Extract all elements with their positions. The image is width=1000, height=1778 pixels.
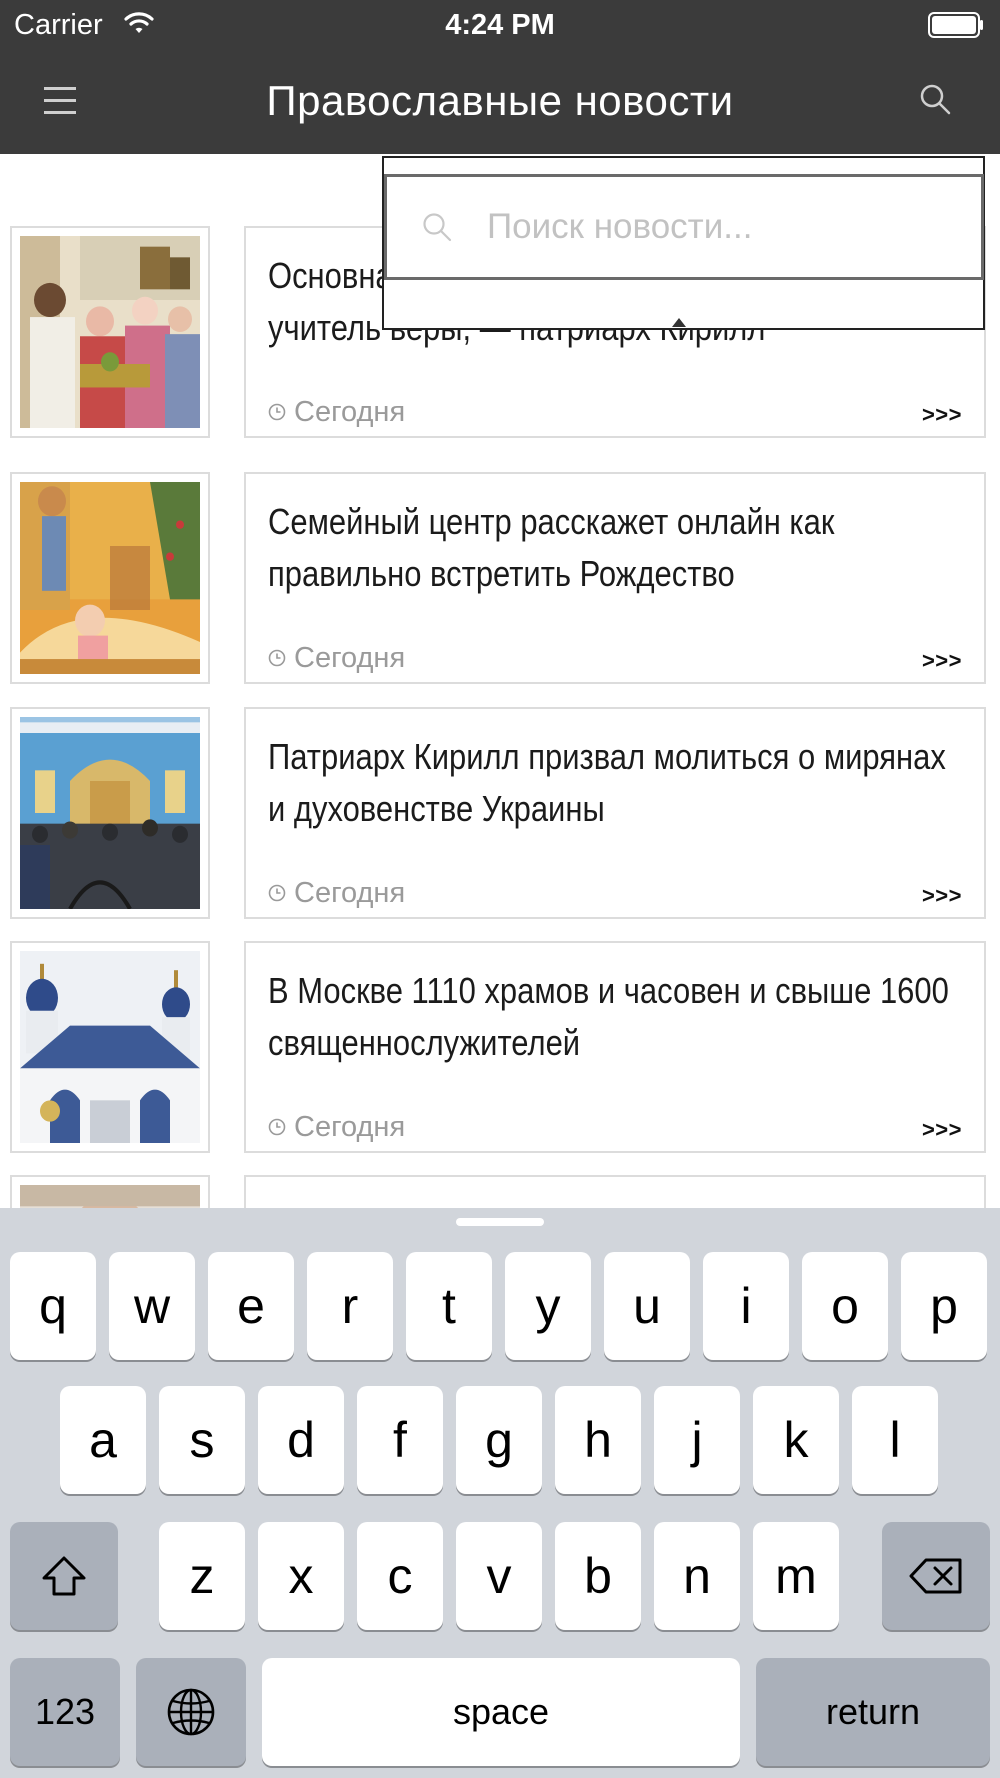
globe-key[interactable] — [136, 1658, 246, 1766]
key-z[interactable]: z — [159, 1522, 245, 1630]
key-t[interactable]: t — [406, 1252, 492, 1360]
clock-icon — [268, 884, 286, 902]
key-v[interactable]: v — [456, 1522, 542, 1630]
read-more-link[interactable]: >>> — [922, 1117, 962, 1143]
news-thumbnail[interactable] — [10, 941, 210, 1153]
news-title: Семейный центр расскажет онлайн как прав… — [268, 501, 835, 594]
key-p[interactable]: p — [901, 1252, 987, 1360]
key-m[interactable]: m — [753, 1522, 839, 1630]
popover-arrow — [672, 318, 686, 327]
news-date: Сегодня — [268, 638, 405, 678]
top-bar: Carrier 4:24 PM Православные новости — [0, 0, 1000, 154]
news-thumbnail[interactable] — [10, 1175, 210, 1208]
key-r[interactable]: r — [307, 1252, 393, 1360]
status-time: 4:24 PM — [445, 9, 555, 41]
news-thumbnail[interactable] — [10, 707, 210, 919]
space-key[interactable]: space — [262, 1658, 740, 1766]
news-date-text: Сегодня — [294, 877, 406, 909]
news-date: Сегодня — [268, 873, 405, 913]
news-title: В Москве 1110 храмов и часовен и свыше 1… — [268, 970, 949, 1063]
key-c[interactable]: c — [357, 1522, 443, 1630]
globe-icon — [167, 1688, 215, 1736]
search-field[interactable] — [384, 174, 984, 280]
news-card[interactable]: В Москве 1110 храмов и часовен и свыше 1… — [244, 941, 986, 1153]
key-b[interactable]: b — [555, 1522, 641, 1630]
news-thumbnail[interactable] — [10, 226, 210, 438]
key-d[interactable]: d — [258, 1386, 344, 1494]
shift-icon — [42, 1556, 86, 1596]
read-more-link[interactable]: >>> — [922, 883, 962, 909]
news-image — [20, 1185, 200, 1208]
key-u[interactable]: u — [604, 1252, 690, 1360]
search-icon[interactable] — [918, 82, 952, 116]
news-date: Сегодня — [268, 1107, 405, 1147]
shift-key[interactable] — [10, 1522, 118, 1630]
news-image — [20, 482, 200, 674]
battery-icon — [928, 12, 983, 38]
news-card[interactable]: Патриарх Кирилл призвал молиться о мирян… — [244, 707, 986, 919]
news-card[interactable] — [244, 1175, 986, 1208]
news-date-text: Сегодня — [294, 1111, 406, 1143]
key-q[interactable]: q — [10, 1252, 96, 1360]
clock-icon — [268, 1118, 286, 1136]
key-i[interactable]: i — [703, 1252, 789, 1360]
key-x[interactable]: x — [258, 1522, 344, 1630]
page-title: Православные новости — [266, 77, 734, 124]
keyboard-handle[interactable] — [456, 1218, 544, 1226]
key-w[interactable]: w — [109, 1252, 195, 1360]
key-l[interactable]: l — [852, 1386, 938, 1494]
key-n[interactable]: n — [654, 1522, 740, 1630]
key-g[interactable]: g — [456, 1386, 542, 1494]
key-o[interactable]: o — [802, 1252, 888, 1360]
key-e[interactable]: e — [208, 1252, 294, 1360]
key-j[interactable]: j — [654, 1386, 740, 1494]
return-key[interactable]: return — [756, 1658, 990, 1766]
key-h[interactable]: h — [555, 1386, 641, 1494]
news-image — [20, 236, 200, 428]
news-image — [20, 951, 200, 1143]
news-date-text: Сегодня — [294, 396, 406, 428]
clock-icon — [268, 403, 286, 421]
key-f[interactable]: f — [357, 1386, 443, 1494]
read-more-link[interactable]: >>> — [922, 648, 962, 674]
read-more-link[interactable]: >>> — [922, 402, 962, 428]
key-s[interactable]: s — [159, 1386, 245, 1494]
keyboard: q w e r t y u i o p a s d f g h j k l z … — [0, 1208, 1000, 1778]
news-card[interactable]: Семейный центр расскажет онлайн как прав… — [244, 472, 986, 684]
news-date-text: Сегодня — [294, 642, 406, 674]
news-image — [20, 717, 200, 909]
key-a[interactable]: a — [60, 1386, 146, 1494]
search-icon — [423, 213, 452, 242]
numbers-key[interactable]: 123 — [10, 1658, 120, 1766]
news-date: Сегодня — [268, 392, 405, 432]
clock-icon — [268, 649, 286, 667]
backspace-key[interactable] — [882, 1522, 990, 1630]
key-y[interactable]: y — [505, 1252, 591, 1360]
search-popover — [382, 156, 985, 330]
backspace-icon — [909, 1558, 962, 1594]
news-title: Патриарх Кирилл призвал молиться о мирян… — [268, 736, 946, 829]
news-thumbnail[interactable] — [10, 472, 210, 684]
key-k[interactable]: k — [753, 1386, 839, 1494]
search-input[interactable] — [487, 199, 957, 255]
